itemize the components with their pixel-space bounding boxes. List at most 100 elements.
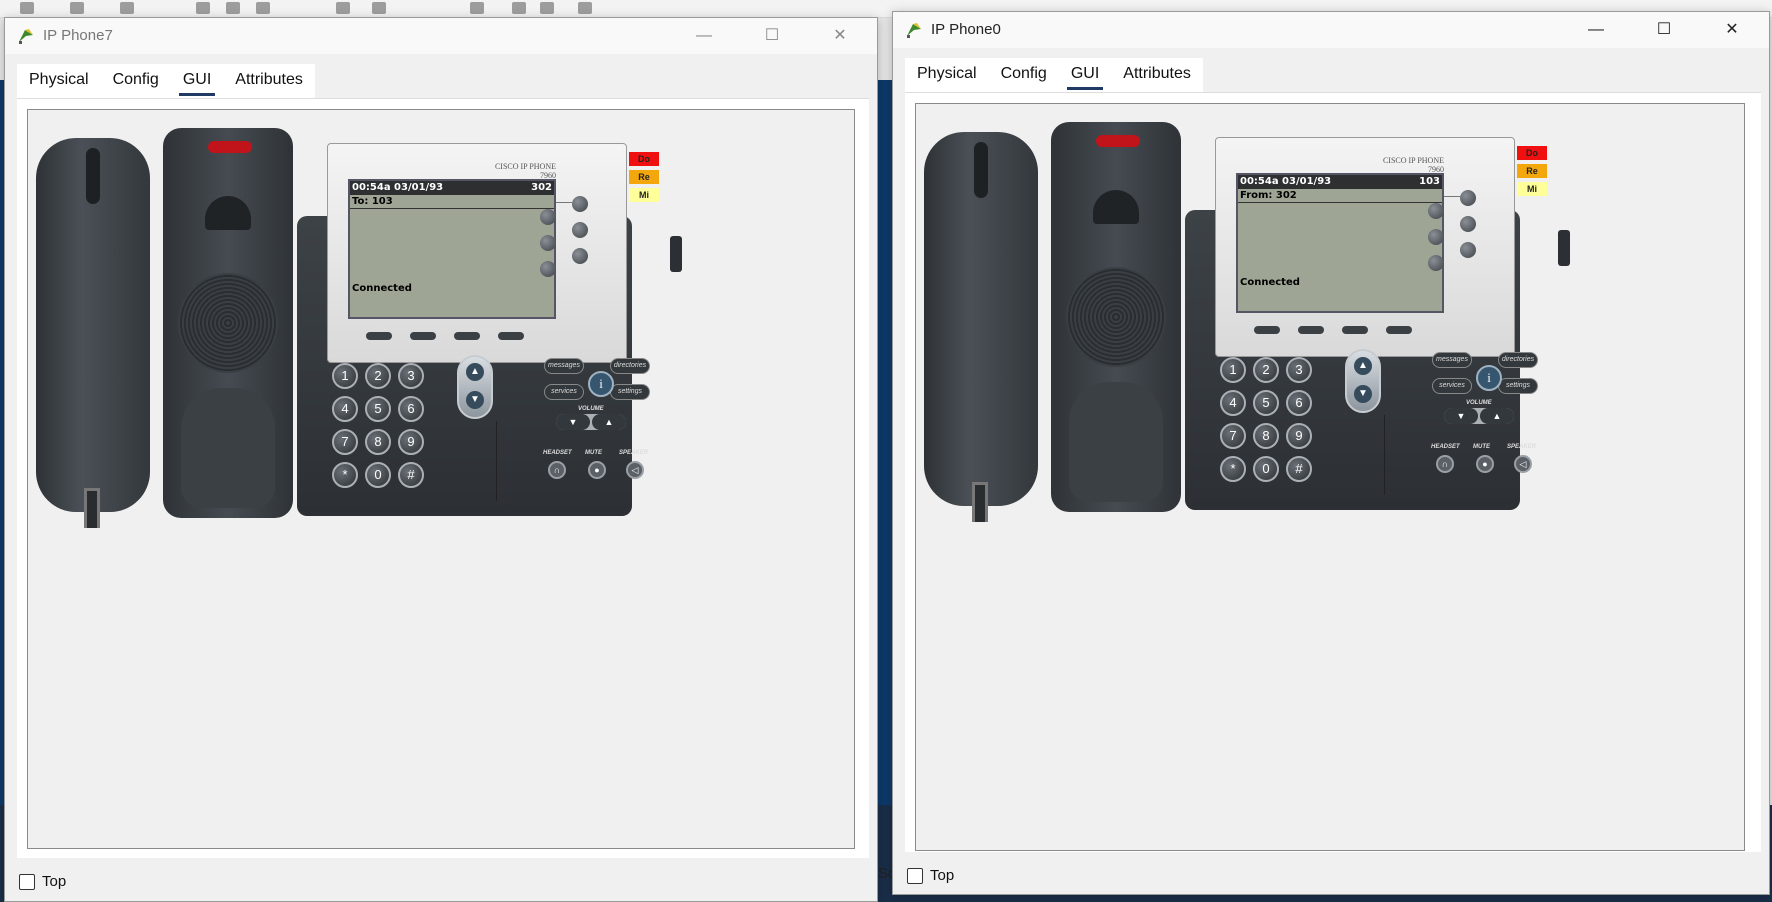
directories-button[interactable]: directories <box>1498 352 1538 368</box>
key-7[interactable]: 7 <box>1220 423 1246 449</box>
nav-down-icon[interactable]: ▼ <box>466 391 484 409</box>
softkey-2[interactable] <box>410 332 436 340</box>
nav-down-icon[interactable]: ▼ <box>1354 385 1372 403</box>
key-7[interactable]: 7 <box>332 429 358 455</box>
key-6[interactable]: 6 <box>398 396 424 422</box>
mute-icon[interactable]: ● <box>1476 455 1494 473</box>
softkey-2[interactable] <box>1298 326 1324 334</box>
key-4[interactable]: 4 <box>332 396 358 422</box>
display-call-line: From: 302 <box>1238 189 1442 203</box>
softkey-1[interactable] <box>366 332 392 340</box>
key-2[interactable]: 2 <box>1253 357 1279 383</box>
top-checkbox[interactable] <box>907 867 923 884</box>
mute-icon[interactable]: ● <box>588 461 606 479</box>
volume-label: VOLUME <box>1466 400 1492 406</box>
key-2[interactable]: 2 <box>365 363 391 389</box>
directories-button[interactable]: directories <box>610 358 650 374</box>
phone-display: 00:54a 03/01/93 103 From: 302 Connected <box>1236 173 1444 313</box>
key-1[interactable]: 1 <box>332 363 358 389</box>
hookswitch[interactable] <box>1093 190 1139 224</box>
tab-config[interactable]: Config <box>989 58 1059 92</box>
badge-mi: Mi <box>629 188 659 202</box>
speaker-label: SPEAKER <box>1507 444 1537 450</box>
line-button-2[interactable] <box>1428 203 1444 219</box>
key-hash[interactable]: # <box>398 462 424 488</box>
ip-phone: CISCO IP PHONE 7960 00:54a 03/01/93 103 Fr… <box>924 112 1570 522</box>
tab-physical[interactable]: Physical <box>905 58 989 92</box>
tab-attributes[interactable]: Attributes <box>223 64 315 98</box>
display-time: 00:54a 03/01/93 <box>352 182 444 193</box>
services-button[interactable]: services <box>544 384 584 400</box>
key-0[interactable]: 0 <box>1253 456 1279 482</box>
key-3[interactable]: 3 <box>1286 357 1312 383</box>
key-5[interactable]: 5 <box>1253 390 1279 416</box>
line-button-6[interactable] <box>1428 255 1444 271</box>
services-button[interactable]: services <box>1432 378 1472 394</box>
softkey-3[interactable] <box>454 332 480 340</box>
minimize-icon[interactable]: — <box>1573 16 1619 44</box>
line-button-3[interactable] <box>1460 216 1476 232</box>
handset[interactable] <box>36 138 150 512</box>
key-8[interactable]: 8 <box>1253 423 1279 449</box>
hookswitch[interactable] <box>205 196 251 230</box>
key-9[interactable]: 9 <box>1286 423 1312 449</box>
line-button-4[interactable] <box>540 235 556 251</box>
softkey-4[interactable] <box>498 332 524 340</box>
line-button-5[interactable] <box>1460 242 1476 258</box>
key-0[interactable]: 0 <box>365 462 391 488</box>
navigation-rocker[interactable]: ▲ ▼ <box>457 355 493 419</box>
nav-up-icon[interactable]: ▲ <box>1354 357 1372 375</box>
headset-label: HEADSET <box>543 450 572 456</box>
line-button-6[interactable] <box>540 261 556 277</box>
softkey-3[interactable] <box>1342 326 1368 334</box>
key-hash[interactable]: # <box>1286 456 1312 482</box>
messages-button[interactable]: messages <box>544 358 584 374</box>
top-checkbox[interactable] <box>19 873 35 890</box>
minimize-icon[interactable]: — <box>681 22 727 50</box>
tab-attributes[interactable]: Attributes <box>1111 58 1203 92</box>
tab-gui[interactable]: GUI <box>1059 58 1111 92</box>
headset-label: HEADSET <box>1431 444 1460 450</box>
headset-icon[interactable]: ∩ <box>548 461 566 479</box>
close-icon[interactable]: ✕ <box>817 22 863 50</box>
headset-icon[interactable]: ∩ <box>1436 455 1454 473</box>
speaker-icon[interactable]: ◁ <box>626 461 644 479</box>
handset[interactable] <box>924 132 1038 506</box>
softkey-1[interactable] <box>1254 326 1280 334</box>
key-1[interactable]: 1 <box>1220 357 1246 383</box>
line-button-1[interactable] <box>1460 190 1476 206</box>
volume-rocker[interactable] <box>556 414 626 430</box>
close-icon[interactable]: ✕ <box>1709 16 1755 44</box>
key-8[interactable]: 8 <box>365 429 391 455</box>
key-6[interactable]: 6 <box>1286 390 1312 416</box>
key-star[interactable]: * <box>1220 456 1246 482</box>
line-button-2[interactable] <box>540 209 556 225</box>
earpiece-rest <box>181 388 275 508</box>
info-button[interactable]: i <box>588 371 614 397</box>
key-9[interactable]: 9 <box>398 429 424 455</box>
maximize-icon[interactable]: ☐ <box>1641 16 1687 44</box>
nav-up-icon[interactable]: ▲ <box>466 363 484 381</box>
key-4[interactable]: 4 <box>1220 390 1246 416</box>
ip-phone: CISCO IP PHONE 7960 00:54a 03/01/93 302 To… <box>36 118 682 528</box>
line-button-3[interactable] <box>572 222 588 238</box>
key-3[interactable]: 3 <box>398 363 424 389</box>
tab-gui[interactable]: GUI <box>171 64 223 98</box>
settings-button[interactable]: settings <box>1498 378 1538 394</box>
settings-button[interactable]: settings <box>610 384 650 400</box>
tab-physical[interactable]: Physical <box>17 64 101 98</box>
key-star[interactable]: * <box>332 462 358 488</box>
messages-button[interactable]: messages <box>1432 352 1472 368</box>
key-5[interactable]: 5 <box>365 396 391 422</box>
volume-rocker[interactable] <box>1444 408 1514 424</box>
tab-config[interactable]: Config <box>101 64 171 98</box>
line-button-1[interactable] <box>572 196 588 212</box>
softkey-4[interactable] <box>1386 326 1412 334</box>
speaker-icon[interactable]: ◁ <box>1514 455 1532 473</box>
line-button-5[interactable] <box>572 248 588 264</box>
maximize-icon[interactable]: ☐ <box>749 22 795 50</box>
info-button[interactable]: i <box>1476 365 1502 391</box>
navigation-rocker[interactable]: ▲ ▼ <box>1345 349 1381 413</box>
line-button-4[interactable] <box>1428 229 1444 245</box>
speaker-grille <box>178 273 278 373</box>
